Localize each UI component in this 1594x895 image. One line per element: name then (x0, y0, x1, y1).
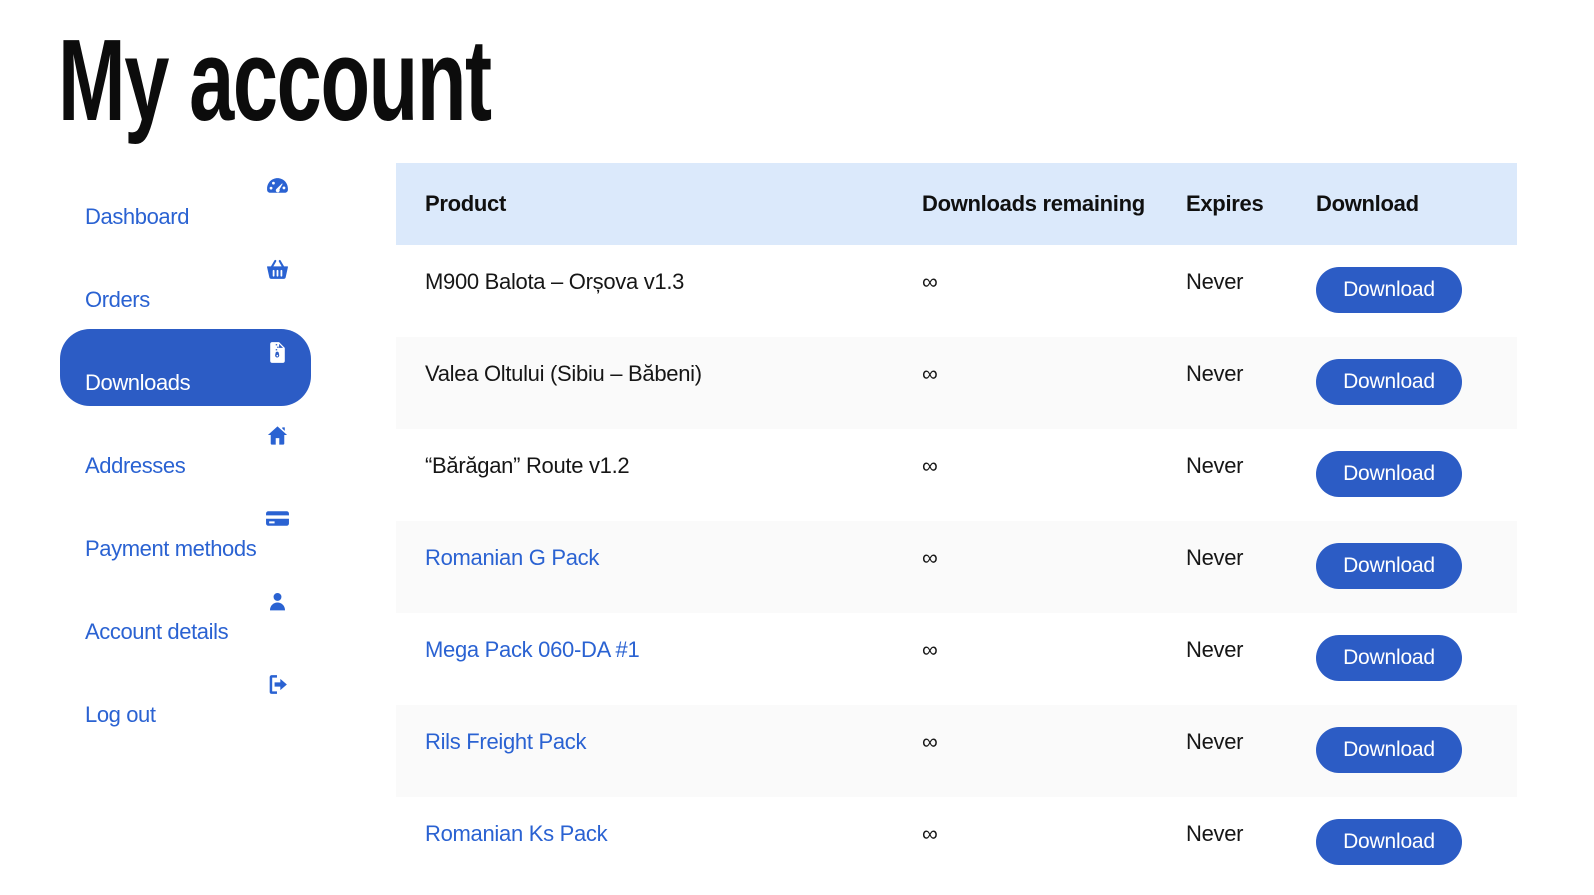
column-header-expires: Expires (1186, 191, 1264, 216)
product-link[interactable]: Rils Freight Pack (425, 705, 922, 755)
column-header-product: Product (425, 191, 507, 216)
table-body: M900 Balota – Orșova v1.3 ∞ Never Downlo… (396, 245, 1517, 889)
sidebar-item-label: Orders (85, 287, 150, 312)
sidebar-item-label: Account details (85, 619, 229, 644)
table-row: Romanian G Pack ∞ Never Download (396, 521, 1517, 613)
table-row: “Bărăgan” Route v1.2 ∞ Never Download (396, 429, 1517, 521)
expires-value: Never (1186, 361, 1244, 386)
downloads-remaining-value: ∞ (922, 729, 938, 754)
table-row: M900 Balota – Orșova v1.3 ∞ Never Downlo… (396, 245, 1517, 337)
table-row: Valea Oltului (Sibiu – Băbeni) ∞ Never D… (396, 337, 1517, 429)
table-header: Product Downloads remaining Expires Downloa… (396, 163, 1517, 245)
user-icon (85, 589, 290, 615)
sidebar-item-label: Payment methods (85, 536, 257, 561)
basket-icon (85, 257, 290, 283)
expires-value: Never (1186, 637, 1244, 662)
expires-value: Never (1186, 821, 1244, 846)
table-row: Romanian Ks Pack ∞ Never Download (396, 797, 1517, 889)
sidebar-item-downloads[interactable]: Downloads (60, 329, 311, 406)
column-header-download: Download (1316, 191, 1419, 216)
expires-value: Never (1186, 269, 1244, 294)
sidebar-item-payment-methods[interactable]: Payment methods (60, 495, 311, 572)
product-link[interactable]: Mega Pack 060-DA #1 (425, 613, 922, 663)
download-button[interactable]: Download (1316, 267, 1462, 313)
expires-value: Never (1186, 729, 1244, 754)
sidebar-item-label: Addresses (85, 453, 186, 478)
home-icon (85, 423, 290, 449)
account-sidebar: Dashboard Orders Downloads Addresses Pay… (60, 163, 311, 744)
product-name: “Bărăgan” Route v1.2 (425, 453, 630, 478)
sidebar-item-account-details[interactable]: Account details (60, 578, 311, 655)
download-button[interactable]: Download (1316, 451, 1462, 497)
my-account-page: { "page": { "title": "My account" }, "co… (0, 0, 1594, 895)
product-link[interactable]: Romanian Ks Pack (425, 797, 922, 847)
sidebar-item-label: Log out (85, 702, 156, 727)
downloads-remaining-value: ∞ (922, 821, 938, 846)
column-header-downloads-remaining: Downloads remaining (922, 191, 1145, 216)
download-button[interactable]: Download (1316, 543, 1462, 589)
product-name: M900 Balota – Orșova v1.3 (425, 269, 685, 294)
product-link[interactable]: Romanian G Pack (425, 521, 922, 571)
tachometer-icon (85, 174, 290, 200)
sidebar-item-orders[interactable]: Orders (60, 246, 311, 323)
download-button[interactable]: Download (1316, 359, 1462, 405)
table-row: Rils Freight Pack ∞ Never Download (396, 705, 1517, 797)
sidebar-item-label: Downloads (85, 370, 191, 395)
page-title: My account (58, 15, 492, 145)
download-button[interactable]: Download (1316, 635, 1462, 681)
sign-out-icon (85, 672, 290, 698)
downloads-remaining-value: ∞ (922, 453, 938, 478)
credit-card-icon (85, 506, 290, 532)
download-button[interactable]: Download (1316, 727, 1462, 773)
downloads-remaining-value: ∞ (922, 269, 938, 294)
downloads-remaining-value: ∞ (922, 361, 938, 386)
sidebar-item-dashboard[interactable]: Dashboard (60, 163, 311, 240)
zip-file-icon (85, 340, 290, 366)
sidebar-item-label: Dashboard (85, 204, 190, 229)
sidebar-item-log-out[interactable]: Log out (60, 661, 311, 738)
expires-value: Never (1186, 545, 1244, 570)
sidebar-item-addresses[interactable]: Addresses (60, 412, 311, 489)
table-row: Mega Pack 060-DA #1 ∞ Never Download (396, 613, 1517, 705)
downloads-table: Product Downloads remaining Expires Downloa… (396, 163, 1517, 889)
expires-value: Never (1186, 453, 1244, 478)
download-button[interactable]: Download (1316, 819, 1462, 865)
downloads-remaining-value: ∞ (922, 637, 938, 662)
product-name: Valea Oltului (Sibiu – Băbeni) (425, 361, 702, 386)
downloads-remaining-value: ∞ (922, 545, 938, 570)
